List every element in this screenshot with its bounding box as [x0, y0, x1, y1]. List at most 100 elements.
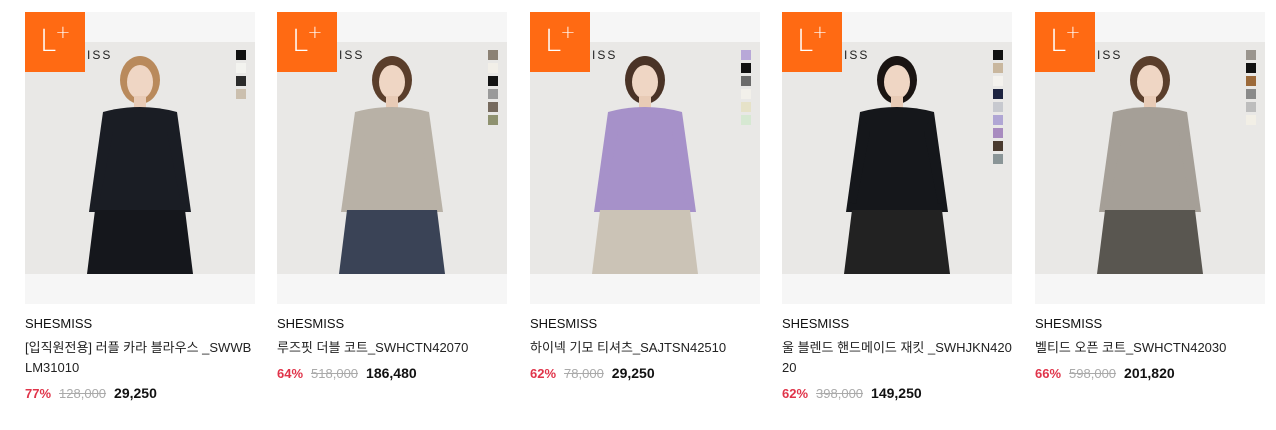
discount-rate: 62%	[782, 386, 809, 401]
product-card-2[interactable]: ISS L + SHESMISS 루즈핏 더블 코트_SWHCTN42070 64…	[277, 12, 507, 383]
model-illustration	[782, 42, 1012, 274]
product-name[interactable]: 하이넥 기모 티셔츠_SAJTSN42510	[530, 338, 760, 358]
product-thumbnail[interactable]: ISS L +	[1035, 12, 1265, 304]
color-swatch	[741, 89, 751, 99]
image-brand-text: ISS	[1097, 48, 1123, 62]
sale-price: 29,250	[611, 365, 655, 381]
lplus-badge-icon: L +	[25, 12, 85, 72]
color-swatch	[488, 50, 498, 60]
price-row: 62% 78,000 29,250	[530, 364, 760, 383]
product-photo[interactable]	[1035, 42, 1265, 274]
sale-price: 201,820	[1124, 365, 1175, 381]
color-swatches	[741, 50, 751, 125]
product-photo[interactable]	[277, 42, 507, 274]
badge-sup-text: +	[560, 22, 576, 43]
color-swatch	[1246, 102, 1256, 112]
product-thumbnail[interactable]: ISS L +	[530, 12, 760, 304]
color-swatch	[1246, 89, 1256, 99]
price-row: 62% 398,000 149,250	[782, 384, 1012, 403]
product-thumbnail[interactable]: ISS L +	[277, 12, 507, 304]
model-illustration	[25, 42, 255, 274]
product-brand[interactable]: SHESMISS	[25, 316, 255, 332]
product-name[interactable]: 루즈핏 더블 코트_SWHCTN42070	[277, 338, 507, 358]
price-row: 64% 518,000 186,480	[277, 364, 507, 383]
color-swatch	[236, 76, 246, 86]
original-price: 78,000	[564, 366, 604, 381]
sale-price: 29,250	[114, 385, 157, 401]
color-swatch	[993, 154, 1003, 164]
product-photo[interactable]	[782, 42, 1012, 274]
color-swatch	[1246, 50, 1256, 60]
color-swatch	[993, 50, 1003, 60]
color-swatch	[236, 63, 246, 73]
color-swatches	[236, 50, 246, 99]
product-grid: ISS L + SHESMISS [입직원전용] 러플 카라 블라우스 _SWWB…	[0, 0, 1276, 430]
price-row: 77% 128,000 29,250	[25, 384, 255, 403]
product-name[interactable]: 벨티드 오픈 코트_SWHCTN42030	[1035, 338, 1265, 358]
color-swatch	[1246, 115, 1256, 125]
lplus-badge-icon: L +	[277, 12, 337, 72]
product-brand[interactable]: SHESMISS	[782, 316, 1012, 332]
sale-price: 186,480	[366, 365, 417, 381]
color-swatches	[1246, 50, 1256, 125]
color-swatch	[993, 128, 1003, 138]
badge-sup-text: +	[812, 22, 828, 43]
color-swatch	[236, 89, 246, 99]
model-illustration	[277, 42, 507, 274]
product-info[interactable]: SHESMISS 루즈핏 더블 코트_SWHCTN42070 64% 518,0…	[277, 304, 507, 383]
image-brand-text: ISS	[339, 48, 365, 62]
product-info[interactable]: SHESMISS [입직원전용] 러플 카라 블라우스 _SWWBLM31010…	[25, 304, 255, 403]
model-illustration	[1035, 42, 1265, 274]
product-photo[interactable]	[530, 42, 760, 274]
badge-main-text: L	[1049, 24, 1067, 59]
image-brand-text: ISS	[844, 48, 870, 62]
color-swatch	[993, 76, 1003, 86]
original-price: 518,000	[311, 366, 359, 381]
model-illustration	[530, 42, 760, 274]
color-swatch	[236, 50, 246, 60]
color-swatch	[1246, 63, 1256, 73]
product-thumbnail[interactable]: ISS L +	[25, 12, 255, 304]
image-brand-text: ISS	[592, 48, 618, 62]
color-swatch	[488, 63, 498, 73]
color-swatch	[993, 89, 1003, 99]
image-brand-text: ISS	[87, 48, 113, 62]
color-swatches	[993, 50, 1003, 164]
badge-main-text: L	[796, 24, 814, 59]
lplus-badge-icon: L +	[782, 12, 842, 72]
color-swatch	[488, 102, 498, 112]
color-swatch	[1246, 76, 1256, 86]
product-name[interactable]: 울 블렌드 핸드메이드 재킷 _SWHJKN42020	[782, 338, 1012, 378]
discount-rate: 64%	[277, 366, 304, 381]
price-row: 66% 598,000 201,820	[1035, 364, 1265, 383]
color-swatch	[993, 63, 1003, 73]
product-brand[interactable]: SHESMISS	[277, 316, 507, 332]
product-card-5[interactable]: ISS L + SHESMISS 벨티드 오픈 코트_SWHCTN42030 66…	[1035, 12, 1265, 383]
product-card-3[interactable]: ISS L + SHESMISS 하이넥 기모 티셔츠_SAJTSN42510 6…	[530, 12, 760, 383]
discount-rate: 66%	[1035, 366, 1062, 381]
lplus-badge-icon: L +	[1035, 12, 1095, 72]
color-swatch	[741, 63, 751, 73]
original-price: 128,000	[59, 386, 107, 401]
product-name[interactable]: [입직원전용] 러플 카라 블라우스 _SWWBLM31010	[25, 338, 255, 378]
product-info[interactable]: SHESMISS 울 블렌드 핸드메이드 재킷 _SWHJKN42020 62%…	[782, 304, 1012, 403]
color-swatch	[741, 76, 751, 86]
product-card-4[interactable]: ISS L + SHESMISS 울 블렌드 핸드메이드 재킷 _SWHJKN42…	[782, 12, 1012, 403]
color-swatch	[488, 115, 498, 125]
badge-sup-text: +	[307, 22, 323, 43]
original-price: 598,000	[1069, 366, 1117, 381]
product-photo[interactable]	[25, 42, 255, 274]
color-swatch	[488, 76, 498, 86]
product-brand[interactable]: SHESMISS	[530, 316, 760, 332]
discount-rate: 77%	[25, 386, 52, 401]
product-info[interactable]: SHESMISS 하이넥 기모 티셔츠_SAJTSN42510 62% 78,0…	[530, 304, 760, 383]
color-swatches	[488, 50, 498, 125]
product-info[interactable]: SHESMISS 벨티드 오픈 코트_SWHCTN42030 66% 598,0…	[1035, 304, 1265, 383]
color-swatch	[993, 141, 1003, 151]
color-swatch	[741, 50, 751, 60]
product-card-1[interactable]: ISS L + SHESMISS [입직원전용] 러플 카라 블라우스 _SWWB…	[25, 12, 255, 403]
product-brand[interactable]: SHESMISS	[1035, 316, 1265, 332]
product-thumbnail[interactable]: ISS L +	[782, 12, 1012, 304]
color-swatch	[741, 102, 751, 112]
badge-sup-text: +	[1065, 22, 1081, 43]
